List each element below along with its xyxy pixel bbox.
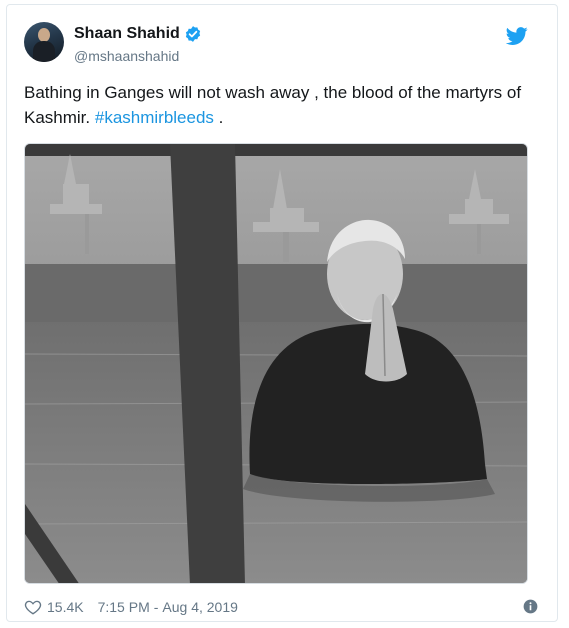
- tweet-text-tail: .: [213, 108, 224, 127]
- heart-icon: [24, 600, 42, 615]
- timestamp[interactable]: 7:15 PM - Aug 4, 2019: [98, 599, 238, 615]
- author-display-name[interactable]: Shaan Shahid: [74, 25, 180, 43]
- info-icon[interactable]: [523, 599, 538, 614]
- tweet-text: Bathing in Ganges will not wash away , t…: [24, 80, 544, 130]
- verified-badge-icon: [185, 26, 200, 42]
- like-button[interactable]: 15.4K: [24, 598, 84, 616]
- author-name-row[interactable]: Shaan Shahid: [74, 25, 202, 43]
- tweet-time: 7:15 PM: [97, 599, 150, 615]
- tweet-photo[interactable]: [24, 143, 528, 584]
- hashtag-link[interactable]: #kashmirbleeds: [95, 108, 214, 127]
- twitter-bird-icon[interactable]: [506, 25, 528, 47]
- tweet-footer: 15.4K 7:15 PM - Aug 4, 2019: [24, 597, 544, 617]
- author-handle[interactable]: @mshaanshahid: [74, 48, 179, 64]
- tweet-card: Shaan Shahid @mshaanshahid Bathing in Ga…: [6, 4, 558, 622]
- avatar-body: [33, 41, 55, 62]
- timestamp-separator: -: [153, 599, 159, 615]
- avatar-head: [38, 28, 50, 42]
- like-count: 15.4K: [47, 599, 84, 615]
- avatar[interactable]: [24, 22, 64, 62]
- photo-illustration: [25, 144, 527, 583]
- tweet-date: Aug 4, 2019: [162, 599, 238, 615]
